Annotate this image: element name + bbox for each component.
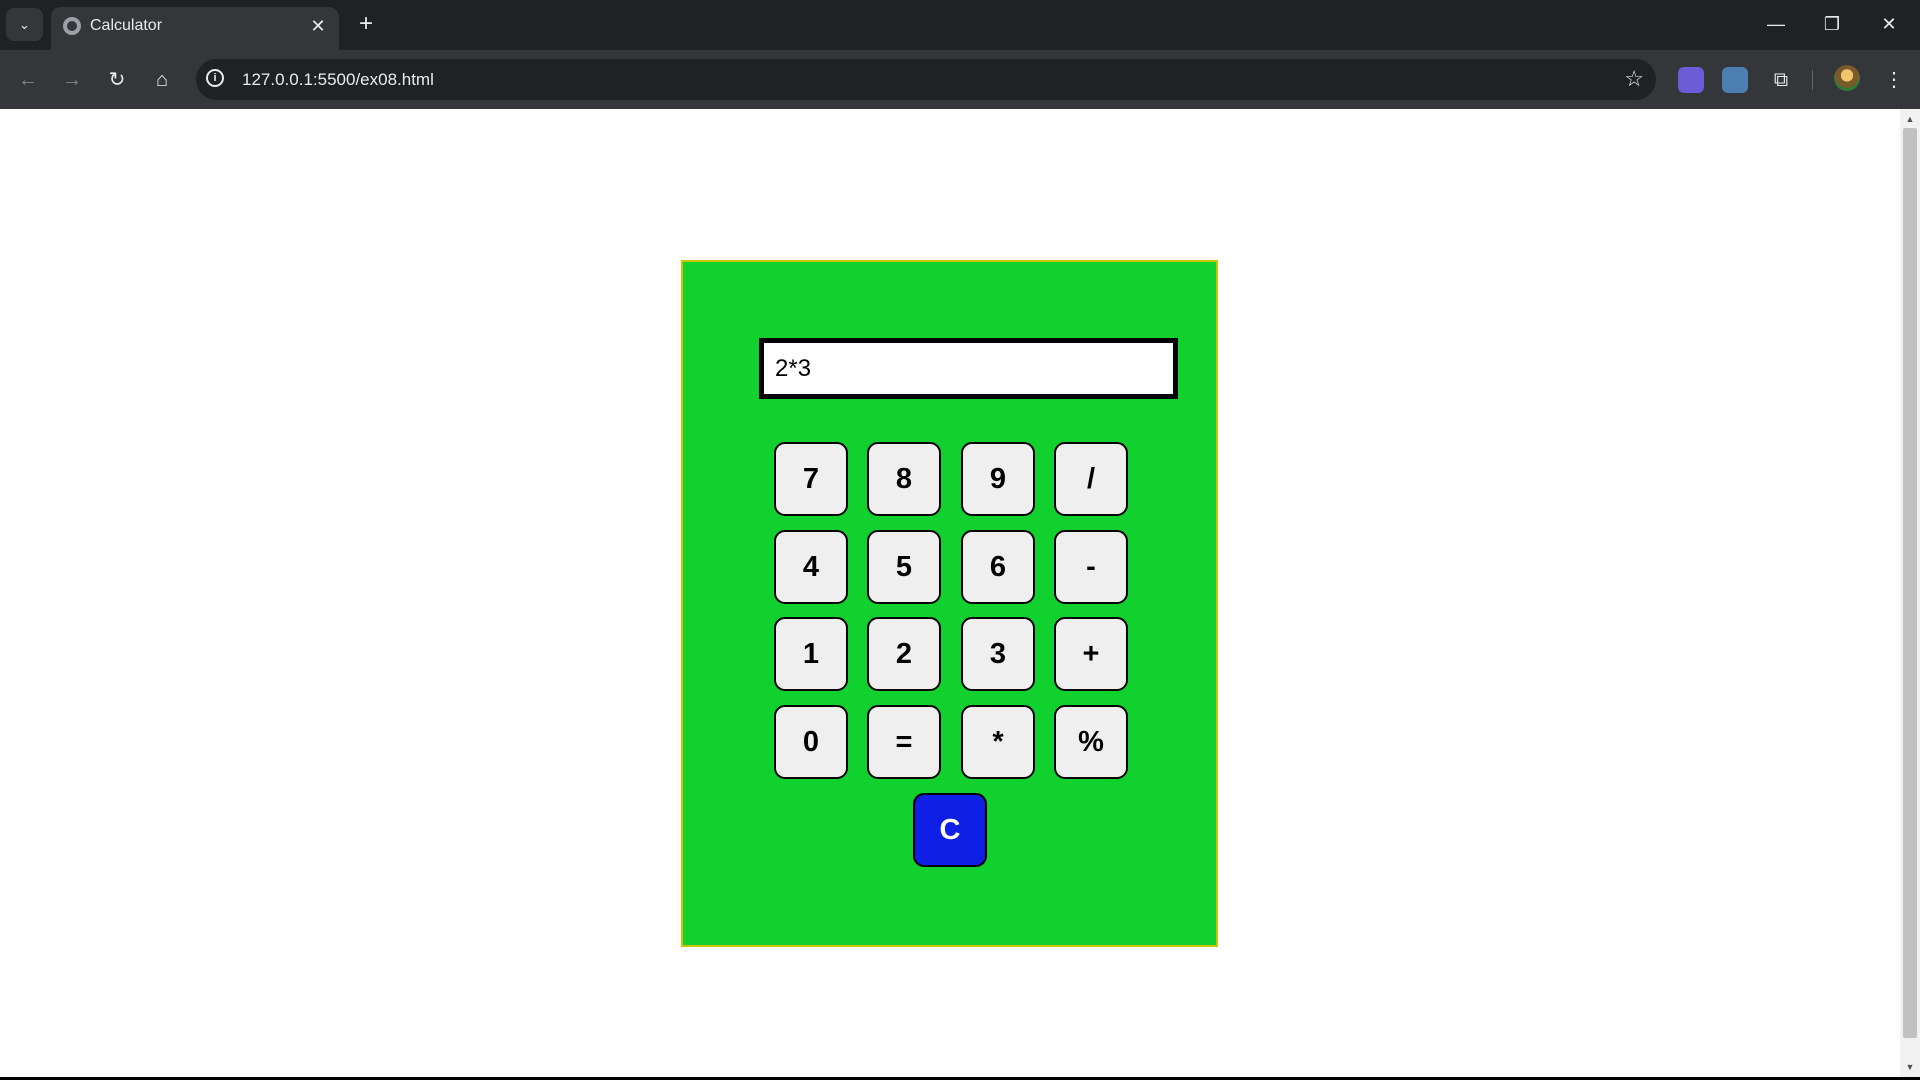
extension-icon[interactable] xyxy=(1722,67,1748,93)
scrollbar-thumb[interactable] xyxy=(1903,128,1917,1038)
minimize-button[interactable]: — xyxy=(1764,12,1788,36)
key-6[interactable]: 6 xyxy=(961,530,1035,604)
url-text[interactable]: 127.0.0.1:5500/ex08.html xyxy=(242,70,434,90)
back-button[interactable]: ← xyxy=(14,66,42,94)
restore-button[interactable]: ❐ xyxy=(1820,12,1844,36)
key-percent[interactable]: % xyxy=(1054,705,1128,779)
key-8[interactable]: 8 xyxy=(867,442,941,516)
key-divide[interactable]: / xyxy=(1054,442,1128,516)
kebab-menu-icon: ⋮ xyxy=(1884,69,1904,91)
address-bar[interactable]: i 127.0.0.1:5500/ex08.html ☆ xyxy=(196,59,1656,100)
key-add[interactable]: + xyxy=(1054,617,1128,691)
key-subtract[interactable]: - xyxy=(1054,530,1128,604)
key-2[interactable]: 2 xyxy=(867,617,941,691)
key-0[interactable]: 0 xyxy=(774,705,848,779)
home-icon: ⌂ xyxy=(155,69,169,91)
puzzle-icon: ⧉ xyxy=(1773,69,1789,91)
key-9[interactable]: 9 xyxy=(961,442,1035,516)
key-5[interactable]: 5 xyxy=(867,530,941,604)
home-button[interactable]: ⌂ xyxy=(148,66,176,94)
globe-icon xyxy=(63,17,81,35)
key-multiply[interactable]: * xyxy=(961,705,1035,779)
key-4[interactable]: 4 xyxy=(774,530,848,604)
chevron-down-icon: ⌄ xyxy=(19,16,30,32)
reload-icon: ↻ xyxy=(108,69,126,91)
info-icon[interactable]: i xyxy=(206,69,224,87)
extension-icon[interactable] xyxy=(1678,67,1704,93)
clear-button[interactable]: C xyxy=(913,793,987,867)
close-window-button[interactable]: ✕ xyxy=(1877,12,1901,36)
key-1[interactable]: 1 xyxy=(774,617,848,691)
browser-toolbar: ← → ↻ ⌂ i 127.0.0.1:5500/ex08.html ☆ ⧉ ⋮ xyxy=(0,50,1920,109)
toolbar-divider xyxy=(1812,70,1813,90)
browser-menu-button[interactable]: ⋮ xyxy=(1880,66,1908,94)
key-3[interactable]: 3 xyxy=(961,617,1035,691)
close-tab-icon[interactable]: ✕ xyxy=(307,15,329,37)
reload-button[interactable]: ↻ xyxy=(103,66,131,94)
tab-strip: ⌄ Calculator ✕ + — ❐ ✕ xyxy=(0,0,1920,50)
new-tab-button[interactable]: + xyxy=(354,12,378,36)
tab-title: Calculator xyxy=(90,17,163,34)
arrow-left-icon: ← xyxy=(18,69,38,91)
calculator-panel: 2*3 7 8 9 / 4 5 6 - 1 2 3 + 0 = * % C xyxy=(681,260,1218,947)
extensions-menu-button[interactable]: ⧉ xyxy=(1767,66,1795,94)
bookmark-star-icon[interactable]: ☆ xyxy=(1624,66,1644,92)
arrow-right-icon: → xyxy=(62,69,82,91)
tab-search-button[interactable]: ⌄ xyxy=(6,8,43,41)
scroll-up-arrow-icon[interactable]: ▲ xyxy=(1903,112,1917,126)
forward-button[interactable]: → xyxy=(58,66,86,94)
tab-calculator[interactable]: Calculator ✕ xyxy=(51,7,339,50)
calculator-display[interactable]: 2*3 xyxy=(759,338,1178,399)
profile-avatar[interactable] xyxy=(1834,65,1860,91)
scroll-down-arrow-icon[interactable]: ▼ xyxy=(1903,1060,1917,1074)
key-7[interactable]: 7 xyxy=(774,442,848,516)
key-equals[interactable]: = xyxy=(867,705,941,779)
